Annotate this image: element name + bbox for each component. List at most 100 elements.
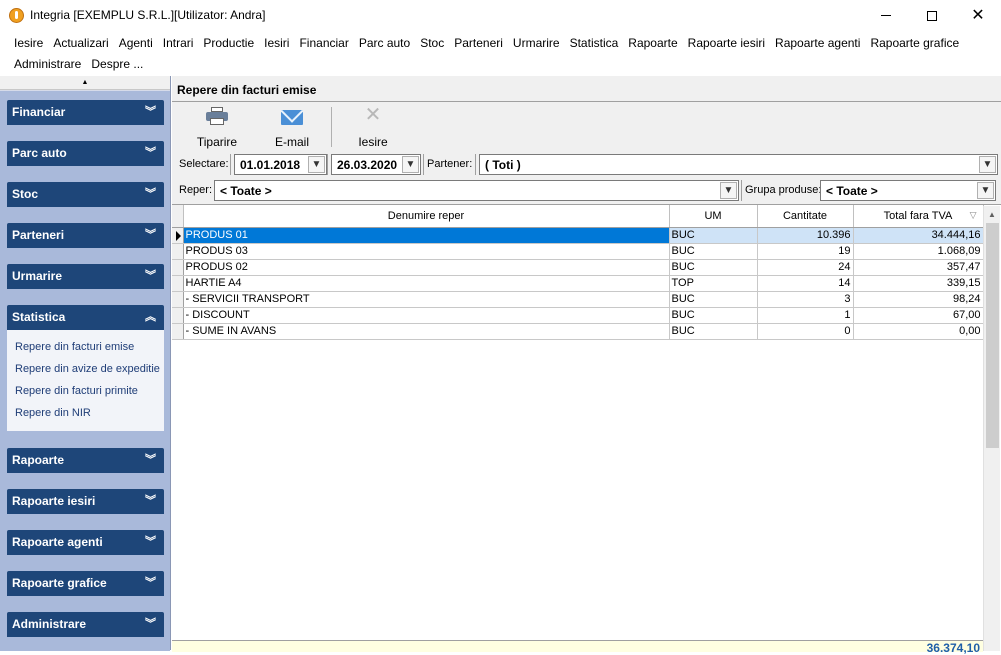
cell-denumire[interactable]: - DISCOUNT bbox=[183, 307, 670, 324]
menu-item-actualizari[interactable]: Actualizari bbox=[48, 33, 113, 54]
menu-item-stoc[interactable]: Stoc bbox=[415, 33, 449, 54]
table-row[interactable]: - SERVICII TRANSPORT BUC 3 98,24 bbox=[172, 291, 984, 308]
menu-item-intrari[interactable]: Intrari bbox=[158, 33, 199, 54]
cell-um[interactable]: BUC bbox=[669, 291, 758, 308]
cell-cantitate[interactable]: 0 bbox=[757, 323, 854, 340]
column-header-denumire[interactable]: Denumire reper bbox=[183, 205, 670, 228]
cell-denumire[interactable]: PRODUS 03 bbox=[183, 243, 670, 260]
cell-um[interactable]: BUC bbox=[669, 307, 758, 324]
sidebar-item-repere-facturi-emise[interactable]: Repere din facturi emise bbox=[7, 336, 164, 358]
cell-denumire[interactable]: - SERVICII TRANSPORT bbox=[183, 291, 670, 308]
chevron-double-down-icon: ︾ bbox=[145, 270, 156, 282]
table-row[interactable]: HARTIE A4 TOP 14 339,15 bbox=[172, 275, 984, 292]
chevron-down-icon[interactable]: ▼ bbox=[979, 156, 996, 173]
column-header-um[interactable]: UM bbox=[669, 205, 758, 228]
chevron-down-icon[interactable]: ▼ bbox=[977, 182, 994, 199]
sidebar-group-rapoarte-agenti[interactable]: Rapoarte agenti ︾ bbox=[7, 530, 164, 555]
cell-total[interactable]: 357,47 bbox=[853, 259, 984, 276]
cell-cantitate[interactable]: 1 bbox=[757, 307, 854, 324]
sidebar-group-urmarire[interactable]: Urmarire ︾ bbox=[7, 264, 164, 289]
sidebar-group-rapoarte-grafice[interactable]: Rapoarte grafice ︾ bbox=[7, 571, 164, 596]
menu-item-productie[interactable]: Productie bbox=[198, 33, 259, 54]
cell-cantitate[interactable]: 3 bbox=[757, 291, 854, 308]
sidebar-item-repere-nir[interactable]: Repere din NIR bbox=[7, 402, 164, 424]
sidebar-group-administrare[interactable]: Administrare ︾ bbox=[7, 612, 164, 637]
column-header-total[interactable]: Total fara TVA ▽ bbox=[853, 205, 984, 228]
chevron-down-icon[interactable]: ▼ bbox=[308, 156, 325, 173]
cell-denumire[interactable]: PRODUS 02 bbox=[183, 259, 670, 276]
table-row[interactable]: PRODUS 01 BUC 10.396 34.444,16 bbox=[172, 227, 984, 244]
menu-item-rapoarte-agenti[interactable]: Rapoarte agenti bbox=[770, 33, 865, 54]
cell-denumire[interactable]: HARTIE A4 bbox=[183, 275, 670, 292]
cell-cantitate[interactable]: 10.396 bbox=[757, 227, 854, 244]
sidebar-group-stoc[interactable]: Stoc ︾ bbox=[7, 182, 164, 207]
scrollbar-thumb[interactable] bbox=[986, 223, 999, 448]
table-row[interactable]: - DISCOUNT BUC 1 67,00 bbox=[172, 307, 984, 324]
chevron-double-down-icon: ︾ bbox=[145, 536, 156, 548]
cell-cantitate[interactable]: 14 bbox=[757, 275, 854, 292]
cell-total[interactable]: 1.068,09 bbox=[853, 243, 984, 260]
cell-total[interactable]: 34.444,16 bbox=[853, 227, 984, 244]
filter-icon[interactable]: ▽ bbox=[970, 210, 977, 221]
scroll-up-arrow-icon[interactable]: ▲ bbox=[984, 206, 1000, 223]
partener-select[interactable]: ( Toti ) ▼ bbox=[479, 154, 998, 175]
menu-item-urmarire[interactable]: Urmarire bbox=[508, 33, 565, 54]
sidebar-group-rapoarte[interactable]: Rapoarte ︾ bbox=[7, 448, 164, 473]
grid-vertical-scrollbar[interactable]: ▲ bbox=[983, 206, 1000, 651]
column-header-cantitate[interactable]: Cantitate bbox=[757, 205, 854, 228]
close-button[interactable]: ✕ bbox=[955, 0, 1001, 31]
menu-item-iesire[interactable]: Iesire bbox=[9, 33, 48, 54]
menu-item-rapoarte-grafice[interactable]: Rapoarte grafice bbox=[865, 33, 964, 54]
cell-cantitate[interactable]: 19 bbox=[757, 243, 854, 260]
menu-item-statistica[interactable]: Statistica bbox=[565, 33, 624, 54]
table-row[interactable]: PRODUS 02 BUC 24 357,47 bbox=[172, 259, 984, 276]
sidebar-group-parteneri[interactable]: Parteneri ︾ bbox=[7, 223, 164, 248]
sidebar-scroll-up-button[interactable]: ▲ bbox=[0, 76, 170, 90]
date-to-value: 26.03.2020 bbox=[337, 158, 398, 172]
sidebar-group-statistica[interactable]: Statistica ︽ bbox=[7, 305, 164, 330]
cell-cantitate[interactable]: 24 bbox=[757, 259, 854, 276]
maximize-button[interactable] bbox=[909, 0, 955, 31]
minimize-button[interactable] bbox=[863, 0, 909, 31]
menu-item-rapoarte-iesiri[interactable]: Rapoarte iesiri bbox=[683, 33, 770, 54]
print-button[interactable]: Tiparire bbox=[189, 103, 245, 151]
sidebar-group-rapoarte-iesiri[interactable]: Rapoarte iesiri ︾ bbox=[7, 489, 164, 514]
sidebar-item-repere-facturi-primite[interactable]: Repere din facturi primite bbox=[7, 380, 164, 402]
cell-um[interactable]: BUC bbox=[669, 323, 758, 340]
menu-item-financiar[interactable]: Financiar bbox=[294, 33, 353, 54]
filter-row-reper: Reper: < Toate > ▼ Grupa produse: < Toat… bbox=[172, 177, 1001, 203]
cell-total[interactable]: 0,00 bbox=[853, 323, 984, 340]
menu-item-agenti[interactable]: Agenti bbox=[114, 33, 158, 54]
cell-um[interactable]: BUC bbox=[669, 259, 758, 276]
table-row[interactable]: PRODUS 03 BUC 19 1.068,09 bbox=[172, 243, 984, 260]
reper-select[interactable]: < Toate > ▼ bbox=[214, 180, 739, 201]
sidebar-item-repere-avize-expeditie[interactable]: Repere din avize de expeditie bbox=[7, 358, 164, 380]
cell-total[interactable]: 67,00 bbox=[853, 307, 984, 324]
cell-um[interactable]: BUC bbox=[669, 227, 758, 244]
menu-item-administrare[interactable]: Administrare bbox=[9, 54, 86, 75]
cell-um[interactable]: BUC bbox=[669, 243, 758, 260]
cell-denumire[interactable]: PRODUS 01 bbox=[183, 227, 670, 244]
chevron-down-icon[interactable]: ▼ bbox=[720, 182, 737, 199]
cell-um[interactable]: TOP bbox=[669, 275, 758, 292]
sidebar-group-label: Rapoarte grafice bbox=[12, 576, 107, 590]
grupa-produse-select[interactable]: < Toate > ▼ bbox=[820, 180, 996, 201]
sidebar-group-financiar[interactable]: Financiar ︾ bbox=[7, 100, 164, 125]
menu-item-iesiri[interactable]: Iesiri bbox=[259, 33, 294, 54]
cell-total[interactable]: 339,15 bbox=[853, 275, 984, 292]
chevron-double-down-icon: ︾ bbox=[145, 188, 156, 200]
menu-item-rapoarte[interactable]: Rapoarte bbox=[623, 33, 682, 54]
menu-item-despre[interactable]: Despre ... bbox=[86, 54, 148, 75]
table-row[interactable]: - SUME IN AVANS BUC 0 0,00 bbox=[172, 323, 984, 340]
chevron-down-icon[interactable]: ▼ bbox=[402, 156, 419, 173]
date-from-picker[interactable]: 01.01.2018 ▼ bbox=[234, 154, 327, 175]
email-button[interactable]: E-mail bbox=[264, 103, 320, 151]
cell-total[interactable]: 98,24 bbox=[853, 291, 984, 308]
row-indicator bbox=[172, 307, 184, 324]
sidebar-group-parc-auto[interactable]: Parc auto ︾ bbox=[7, 141, 164, 166]
date-to-picker[interactable]: 26.03.2020 ▼ bbox=[331, 154, 421, 175]
cell-denumire[interactable]: - SUME IN AVANS bbox=[183, 323, 670, 340]
menu-item-parc-auto[interactable]: Parc auto bbox=[354, 33, 415, 54]
menu-item-parteneri[interactable]: Parteneri bbox=[449, 33, 508, 54]
exit-button[interactable]: ✕ Iesire bbox=[345, 103, 401, 151]
